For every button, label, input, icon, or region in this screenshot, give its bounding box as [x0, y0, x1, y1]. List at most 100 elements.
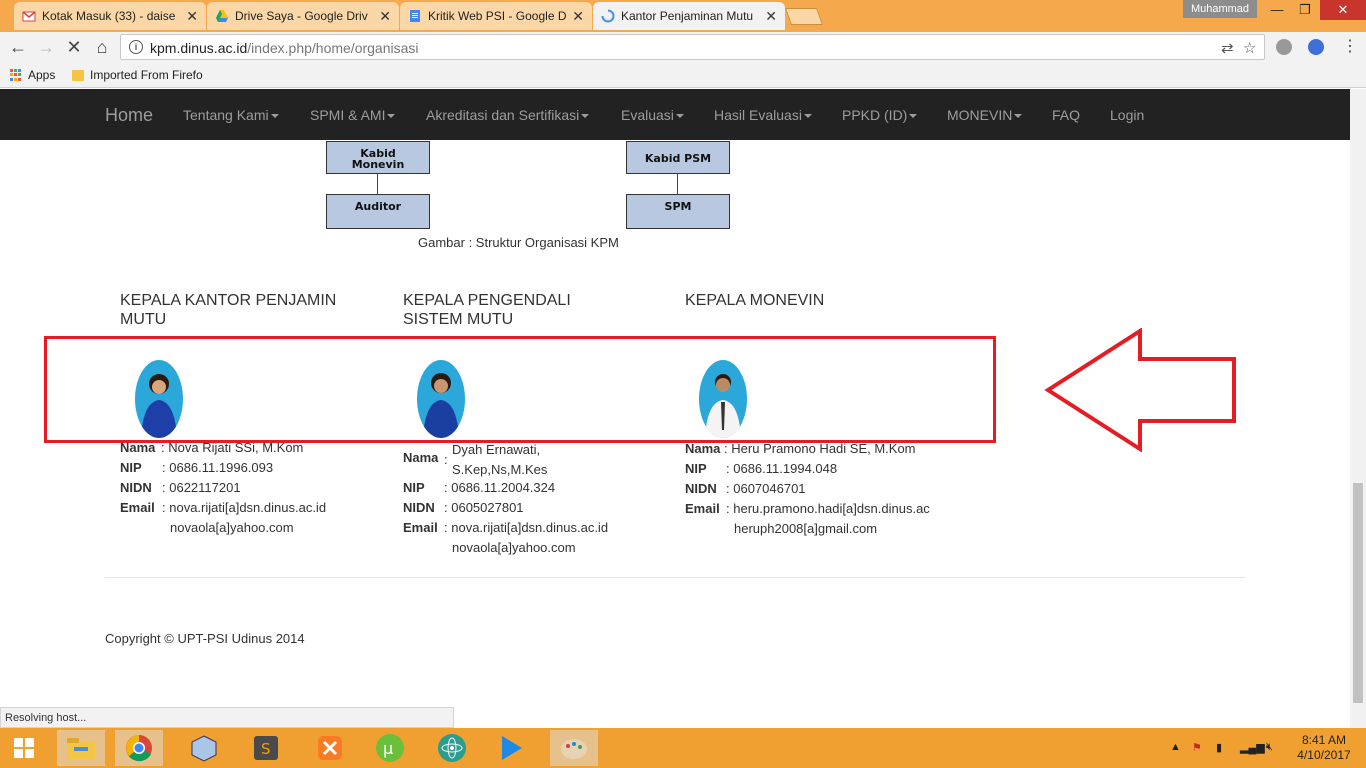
tab-gmail[interactable]: Kotak Masuk (33) - daise ✕: [14, 2, 206, 30]
nav-akreditasi[interactable]: Akreditasi dan Sertifikasi: [426, 107, 590, 123]
tab-title: Kritik Web PSI - Google D: [428, 9, 567, 23]
person2-email-row: Email: [403, 520, 438, 535]
person3-email-value-2: heruph2008[a]gmail.com: [734, 521, 878, 536]
person3-email-value: : heru.pramono.hadi[a]dsn.dinus.ac: [726, 501, 930, 516]
svg-text:S: S: [261, 740, 271, 758]
highlight-rectangle: [44, 336, 996, 443]
xampp-icon[interactable]: [306, 730, 354, 766]
file-explorer-icon[interactable]: [57, 730, 105, 766]
taskbar-clock[interactable]: 8:41 AM 4/10/2017: [1290, 733, 1358, 763]
profile-extension-icon[interactable]: [1308, 39, 1324, 55]
maximize-icon[interactable]: ❐: [1290, 0, 1320, 20]
close-window-icon[interactable]: ✕: [1320, 0, 1366, 20]
person3-nip-value: : 0686.11.1994.048: [726, 461, 838, 476]
person3-nidn-value: : 0607046701: [726, 481, 806, 496]
tray-volume-icon[interactable]: 🔇︎: [1266, 741, 1273, 754]
caret-down-icon: [675, 114, 684, 119]
caret-down-icon: [803, 114, 812, 119]
address-bar[interactable]: i kpm.dinus.ac.id/index.php/home/organis…: [120, 34, 1265, 60]
tab-title: Kantor Penjaminan Mutu: [621, 9, 754, 23]
tab-docs[interactable]: Kritik Web PSI - Google D ✕: [400, 2, 592, 30]
person1-email-row: Email: [120, 500, 155, 515]
tray-network-icon[interactable]: ▂▄▆: [1240, 741, 1265, 754]
tray-flag-icon[interactable]: ⚑: [1192, 741, 1202, 754]
bookmark-apps[interactable]: Apps: [10, 68, 55, 82]
tray-power-icon[interactable]: ▮: [1216, 741, 1222, 754]
forward-arrow-icon[interactable]: →: [36, 37, 56, 57]
nav-faq[interactable]: FAQ: [1052, 107, 1080, 123]
tab-title: Drive Saya - Google Driv: [235, 9, 368, 23]
sublime-text-icon[interactable]: S: [242, 730, 290, 766]
stop-loading-icon[interactable]: ✕: [64, 37, 84, 57]
person3-email-row: Email: [685, 501, 720, 516]
browser-status-bar: Resolving host...: [0, 707, 454, 728]
nav-login[interactable]: Login: [1110, 107, 1144, 123]
bookmark-star-icon[interactable]: ☆: [1243, 39, 1256, 57]
bookmark-imported-folder[interactable]: Imported From Firefo: [72, 68, 203, 82]
apps-grid-icon: [10, 69, 22, 81]
extension-icon[interactable]: [1276, 39, 1292, 55]
browser-tab-strip: Kotak Masuk (33) - daise ✕ Drive Saya - …: [0, 0, 1366, 32]
back-arrow-icon[interactable]: ←: [8, 37, 28, 57]
info-icon[interactable]: i: [129, 40, 143, 54]
person1-nip-row: NIP: [120, 460, 142, 475]
nav-spmi-ami[interactable]: SPMI & AMI: [310, 107, 396, 123]
caret-down-icon: [581, 114, 590, 119]
person1-email-value: : nova.rijati[a]dsn.dinus.ac.id: [162, 500, 327, 515]
nav-evaluasi[interactable]: Evaluasi: [621, 107, 684, 123]
chrome-icon[interactable]: [115, 730, 163, 766]
atom-icon[interactable]: [428, 730, 476, 766]
tray-chevron-icon[interactable]: ▲: [1170, 741, 1181, 753]
person1-nidn-row: NIDN: [120, 480, 152, 495]
org-box-auditor: Auditor: [326, 194, 430, 229]
caret-down-icon: [270, 114, 279, 119]
folder-icon: [72, 69, 84, 81]
person2-email-value: : nova.rijati[a]dsn.dinus.ac.id: [444, 520, 609, 535]
clock-time: 8:41 AM: [1301, 733, 1347, 747]
media-player-icon[interactable]: [487, 730, 535, 766]
person1-email-value-2: novaola[a]yahoo.com: [170, 520, 294, 535]
google-docs-icon: [408, 9, 422, 23]
menu-icon[interactable]: ⋮: [1340, 37, 1360, 57]
translate-icon[interactable]: ⇄: [1221, 39, 1234, 57]
url-text: kpm.dinus.ac.id/index.php/home/organisas…: [150, 40, 419, 56]
close-icon[interactable]: ✕: [379, 8, 391, 25]
person2-name-value: : Dyah Ernawati, S.Kep,Ns,M.Kes: [444, 442, 548, 477]
org-box-kabid-monevin: Kabid Monevin: [326, 141, 430, 174]
browser-toolbar: ← → ✕ ⌂ i kpm.dinus.ac.id/index.php/home…: [0, 32, 1366, 62]
virtualbox-icon[interactable]: [180, 730, 228, 766]
home-icon[interactable]: ⌂: [92, 37, 112, 57]
minimize-icon[interactable]: —: [1262, 0, 1292, 20]
new-tab-button[interactable]: [784, 8, 824, 25]
nav-home-brand[interactable]: Home: [105, 105, 153, 126]
close-icon[interactable]: ✕: [572, 8, 584, 25]
bookmarks-bar: Apps Imported From Firefo: [0, 62, 1366, 88]
close-icon[interactable]: ✕: [186, 8, 198, 25]
nav-monevin[interactable]: MONEVIN: [947, 107, 1023, 123]
windows-start-icon[interactable]: [0, 730, 48, 766]
caret-down-icon: [909, 114, 918, 119]
scrollbar-thumb[interactable]: [1353, 483, 1363, 703]
heading-kepala-kpm: KEPALA KANTOR PENJAMIN MUTU: [120, 292, 337, 328]
profile-user-badge[interactable]: Muhammad: [1183, 0, 1257, 18]
footer-divider: [105, 577, 1245, 578]
nav-tentang-kami[interactable]: Tentang Kami: [183, 107, 279, 123]
person2-nidn-value: : 0605027801: [444, 500, 524, 515]
loading-spinner-icon: [601, 9, 615, 23]
org-connector-line: [377, 174, 378, 194]
caret-down-icon: [387, 114, 396, 119]
person2-nidn-row: NIDN: [403, 500, 435, 515]
web-page: Home Tentang Kami SPMI & AMI Akreditasi …: [0, 89, 1350, 728]
paint-icon[interactable]: [550, 730, 598, 766]
person2-nip-row: NIP: [403, 480, 425, 495]
utorrent-icon[interactable]: µ: [366, 730, 414, 766]
nav-hasil-evaluasi[interactable]: Hasil Evaluasi: [714, 107, 812, 123]
tab-kpm-active[interactable]: Kantor Penjaminan Mutu ✕: [593, 2, 785, 30]
close-icon[interactable]: ✕: [765, 8, 777, 25]
tab-drive[interactable]: Drive Saya - Google Driv ✕: [207, 2, 399, 30]
org-box-spm: SPM: [626, 194, 730, 229]
nav-ppkd[interactable]: PPKD (ID): [842, 107, 918, 123]
clock-date: 4/10/2017: [1297, 748, 1351, 762]
page-scrollbar[interactable]: [1350, 89, 1366, 728]
heading-kepala-psm: KEPALA PENGENDALI SISTEM MUTU: [403, 292, 571, 328]
